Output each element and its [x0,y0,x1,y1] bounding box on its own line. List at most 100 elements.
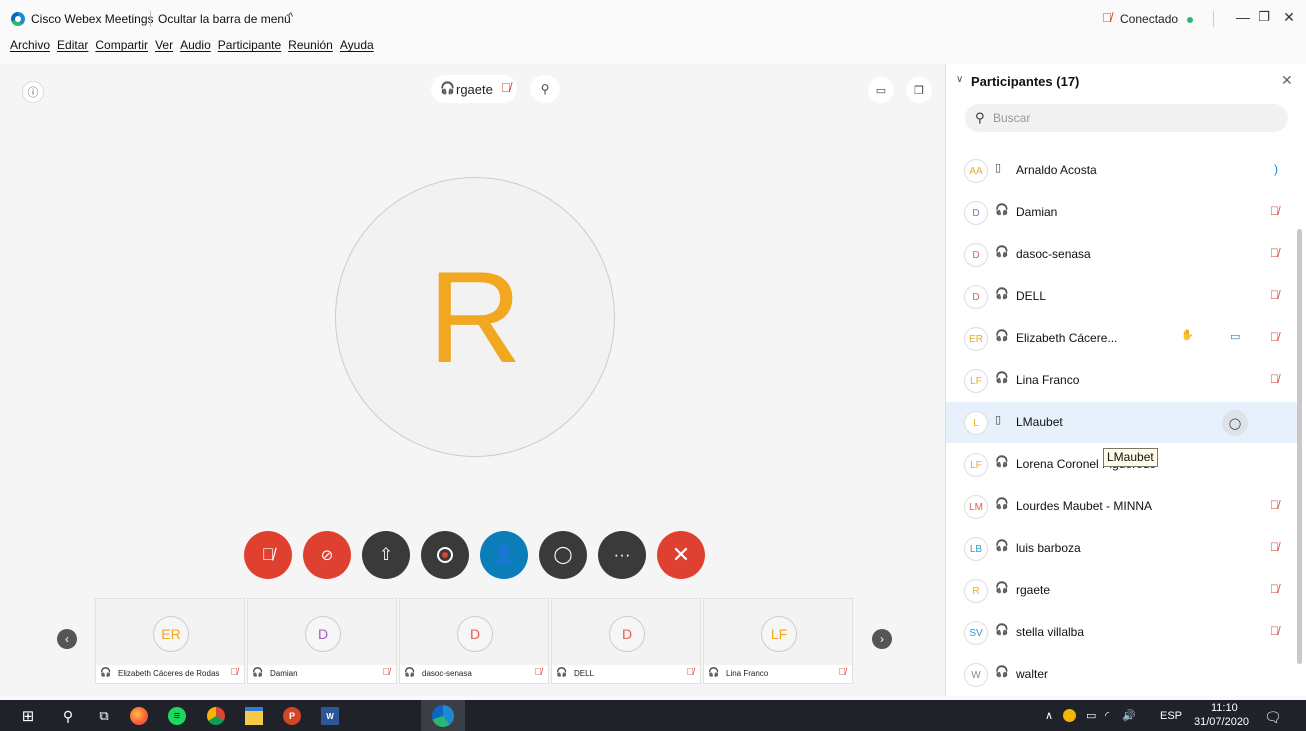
menu-editar[interactable]: Editar [57,38,88,58]
active-speaker-name: rgaete [456,82,493,97]
share-icon: ⇧ [378,545,394,564]
mic-muted-icon[interactable]: 🎙̸ [1270,582,1279,596]
chrome-icon[interactable] [207,707,225,725]
connection-status-dot [1187,17,1193,23]
headset-icon: 🎧 [100,667,112,677]
battery-icon[interactable]: ▭ [1086,709,1096,722]
headset-icon: 🎧 [404,667,416,677]
powerpoint-icon[interactable]: P [283,707,301,725]
start-video-button[interactable]: ⊘ [303,531,351,579]
participant-name: stella villalba [1016,625,1085,639]
participants-icon: 👤 [493,545,515,564]
participant-row[interactable]: D 🎧 DELL 🎙̸ [946,276,1298,317]
menu-ayuda[interactable]: Ayuda [340,38,374,58]
participant-row[interactable]: D 🎧 dasoc-senasa 🎙̸ [946,234,1298,275]
tile-name-bar: 🎧 DELL 🎙̸ [552,665,700,683]
menu-participante[interactable]: Participante [218,38,281,58]
active-speaker-avatar: R [335,177,615,457]
participant-row[interactable]: R 🎧 rgaete 🎙̸ [946,570,1298,611]
leave-meeting-button[interactable]: ✕ [657,531,705,579]
participant-row[interactable]: L ▯ LMaubet ◯ [946,402,1298,443]
collapse-chevron-icon[interactable]: ∨ [956,74,963,85]
headset-icon: 🎧 [995,204,1009,216]
filmstrip-tile[interactable]: D 🎧 dasoc-senasa 🎙̸ [399,598,549,684]
mic-muted-icon[interactable]: 🎙̸ [1270,372,1279,386]
participant-row[interactable]: LF 🎧 Lina Franco 🎙̸ [946,360,1298,401]
menu-compartir[interactable]: Compartir [95,38,148,58]
filmstrip-next-button[interactable]: › [872,629,892,649]
share-button[interactable]: ⇧ [362,531,410,579]
mic-muted-icon[interactable]: 🎙̸ [1270,330,1279,344]
chevron-up-icon[interactable]: ∧ [1045,709,1053,722]
meeting-info-button[interactable]: ⓘ [22,81,44,103]
mic-muted-icon[interactable]: 🎙̸ [1270,624,1279,638]
notification-icon[interactable]: 🗨 [1264,709,1282,726]
layout-button[interactable]: ▭ [868,77,894,103]
headset-icon: 🎧 [995,456,1009,468]
mic-muted-icon[interactable]: 🎙̸ [1270,288,1279,302]
mic-muted-icon[interactable]: 🎙̸ [1270,540,1279,554]
participant-row[interactable]: LM 🎧 Lourdes Maubet - MINNA 🎙̸ [946,486,1298,527]
avatar: D [609,616,645,652]
word-icon[interactable]: W [321,707,339,725]
chevron-up-icon[interactable]: ^ [288,11,293,23]
menu-audio[interactable]: Audio [180,38,211,58]
filmstrip-prev-button[interactable]: ‹ [57,629,77,649]
participant-row[interactable]: ER 🎧 Elizabeth Cácere... ✋ ▭ 🎙̸ [946,318,1298,359]
windows-taskbar: ⊞ ⚲ ⧉ ≡ P W ∧ ▭ ◜ 🔊 ESP 11:10 31/07/2020… [0,700,1306,731]
webex-window: Cisco Webex Meetings Ocultar la barra de… [0,0,1306,731]
unmute-button[interactable]: 🎙̸ [244,531,292,579]
clock-date[interactable]: 31/07/2020 [1194,716,1249,728]
mic-muted-icon[interactable]: 🎙̸ [1270,498,1279,512]
search-input[interactable] [993,109,1273,127]
filmstrip-tile[interactable]: D 🎧 Damian 🎙̸ [247,598,397,684]
volume-icon[interactable]: 🔊 [1122,709,1136,722]
filmstrip-tile[interactable]: D 🎧 DELL 🎙̸ [551,598,701,684]
more-options-button[interactable]: ··· [598,531,646,579]
file-explorer-icon[interactable] [245,707,263,725]
hide-menu-bar-button[interactable]: Ocultar la barra de menú [158,12,291,26]
close-panel-button[interactable]: ✕ [1281,72,1293,89]
menu-archivo[interactable]: Archivo [10,38,50,58]
webex-taskbar-icon[interactable] [432,705,454,727]
pin-button[interactable]: ⚲ [530,75,560,103]
avatar: LF [964,369,988,393]
participants-button[interactable]: 👤 [480,531,528,579]
firefox-icon[interactable] [130,707,148,725]
mic-muted-icon[interactable]: 🎙̸ [1270,204,1279,218]
filmstrip-tile[interactable]: ER 🎧 Elizabeth Cáceres de Rodas 🎙̸ [95,598,245,684]
headset-icon: 🎧 [995,666,1009,678]
participant-row[interactable]: AA ▯ Arnaldo Acosta) [946,150,1298,191]
wifi-icon[interactable]: ◜ [1105,709,1109,722]
clock-time[interactable]: 11:10 [1211,702,1238,714]
search-box: ⚲ [965,104,1288,132]
minimize-button[interactable]: — [1234,8,1252,26]
headset-icon: 🎧 [708,667,720,677]
mic-muted-icon[interactable]: 🎙̸ [1270,246,1279,260]
weather-icon[interactable] [1063,709,1076,722]
menu-ver[interactable]: Ver [155,38,173,58]
participant-name: Elizabeth Cácere... [1016,331,1118,345]
scrollbar[interactable] [1297,229,1302,664]
windows-start-icon[interactable]: ⊞ [19,707,37,725]
restore-button[interactable]: ❐ [1255,8,1273,26]
chat-button[interactable]: ◯ [1222,410,1248,436]
chat-button[interactable]: ◯ [539,531,587,579]
participant-row[interactable]: LB 🎧 luis barboza 🎙̸ [946,528,1298,569]
search-icon[interactable]: ⚲ [59,707,77,725]
participant-row[interactable]: SV 🎧 stella villalba 🎙̸ [946,612,1298,653]
audio-active-icon: ) [1274,162,1278,176]
filmstrip-tile[interactable]: LF 🎧 Lina Franco 🎙̸ [703,598,853,684]
chat-icon: ◯ [553,545,573,564]
task-view-icon[interactable]: ⧉ [95,707,113,725]
language-indicator[interactable]: ESP [1160,710,1182,722]
participant-row[interactable]: W 🎧 walter [946,654,1298,695]
participant-row[interactable]: D 🎧 Damian 🎙̸ [946,192,1298,233]
record-button[interactable] [421,531,469,579]
menu-reunion[interactable]: Reunión [288,38,333,58]
close-window-button[interactable]: ✕ [1280,8,1298,26]
avatar: D [964,201,988,225]
spotify-icon[interactable]: ≡ [168,707,186,725]
popout-button[interactable]: ❐ [906,77,932,103]
participant-name: DELL [1016,289,1047,303]
